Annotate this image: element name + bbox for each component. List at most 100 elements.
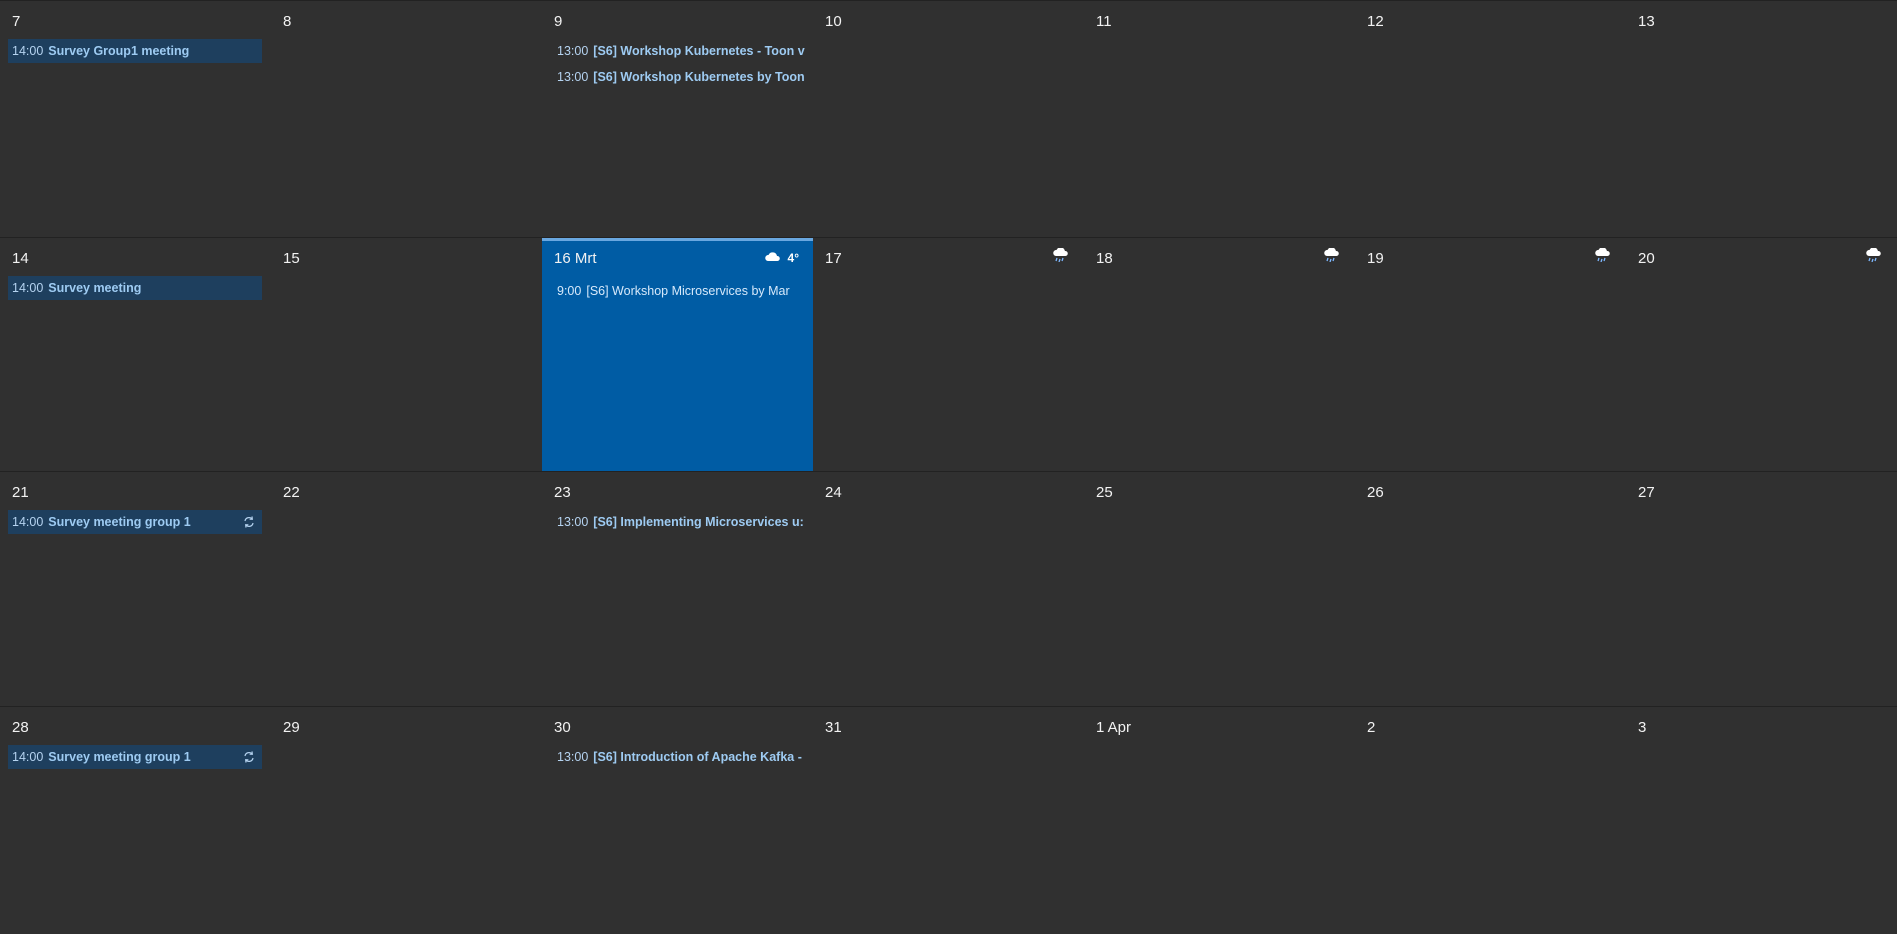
event-title: [S6] Introduction of Apache Kafka - (593, 750, 802, 764)
weather-forecast[interactable] (1323, 248, 1341, 262)
day-number: 30 (554, 719, 571, 736)
rain-cloud-icon (1595, 248, 1610, 262)
event-list: 14:00 Survey meeting group 1 (8, 510, 271, 536)
weather-temperature: 4° (787, 251, 799, 265)
week-row: 28 14:00 Survey meeting group 1 29 30 13:00 [S… (0, 706, 1897, 934)
event-time: 13:00 (557, 44, 589, 58)
day-number: 29 (283, 719, 300, 736)
day-number: 21 (12, 484, 29, 501)
day-number: 8 (283, 13, 292, 30)
event-title: [S6] Implementing Microservices u: (593, 515, 804, 529)
day-number: 3 (1638, 719, 1647, 736)
event-time: 14:00 (12, 515, 44, 529)
week-row: 21 14:00 Survey meeting group 1 22 23 13:00 [S… (0, 471, 1897, 707)
rain-cloud-icon (1324, 248, 1339, 262)
day-number: 24 (825, 484, 842, 501)
calendar-event[interactable]: 13:00 [S6] Workshop Kubernetes by Toon (550, 65, 807, 89)
day-cell-today[interactable]: 16 Mrt 4° 9:00 [S6] Workshop Microservices … (542, 238, 813, 472)
day-number: 2 (1367, 719, 1376, 736)
event-time: 13:00 (557, 515, 589, 529)
day-number: 13 (1638, 13, 1655, 30)
weather-forecast[interactable]: 4° (764, 251, 799, 265)
event-list: 13:00 [S6] Workshop Kubernetes - Toon v 13… (550, 39, 813, 91)
day-cell[interactable]: 28 14:00 Survey meeting group 1 (0, 707, 271, 934)
event-list: 14:00 Survey meeting (8, 276, 271, 302)
day-number: 31 (825, 719, 842, 736)
day-cell[interactable]: 29 (271, 707, 542, 934)
day-cell[interactable]: 10 (813, 1, 1084, 238)
event-title: [S6] Workshop Microservices by Mar (586, 284, 790, 298)
day-number: 16 Mrt (554, 250, 597, 267)
day-number: 18 (1096, 250, 1113, 267)
day-cell[interactable]: 31 (813, 707, 1084, 934)
day-cell[interactable]: 22 (271, 472, 542, 707)
day-cell[interactable]: 17 (813, 238, 1084, 472)
day-number: 23 (554, 484, 571, 501)
calendar-event[interactable]: 13:00 [S6] Workshop Kubernetes - Toon v (550, 39, 807, 63)
month-calendar-grid: 7 14:00 Survey Group1 meeting 8 9 13:00 [S6] W… (0, 0, 1897, 934)
event-time: 13:00 (557, 750, 589, 764)
event-list: 13:00 [S6] Implementing Microservices u: (550, 510, 813, 536)
day-number: 12 (1367, 13, 1384, 30)
day-cell[interactable]: 2 (1355, 707, 1626, 934)
day-cell[interactable]: 26 (1355, 472, 1626, 707)
event-list: 9:00 [S6] Workshop Microservices by Mar (550, 279, 813, 305)
day-number: 10 (825, 13, 842, 30)
recurring-icon (244, 516, 254, 528)
day-cell[interactable]: 14 14:00 Survey meeting (0, 238, 271, 472)
calendar-event[interactable]: 9:00 [S6] Workshop Microservices by Mar (550, 279, 807, 303)
event-title: Survey meeting group 1 (48, 515, 191, 529)
day-cell[interactable]: 23 13:00 [S6] Implementing Microservices u… (542, 472, 813, 707)
day-cell[interactable]: 3 (1626, 707, 1897, 934)
weather-forecast[interactable] (1865, 248, 1883, 262)
rain-cloud-icon (1866, 248, 1881, 262)
day-cell[interactable]: 7 14:00 Survey Group1 meeting (0, 1, 271, 238)
day-number: 19 (1367, 250, 1384, 267)
weather-forecast[interactable] (1052, 248, 1070, 262)
day-cell[interactable]: 12 (1355, 1, 1626, 238)
day-number: 7 (12, 13, 21, 30)
day-cell[interactable]: 20 (1626, 238, 1897, 472)
calendar-event[interactable]: 13:00 [S6] Implementing Microservices u: (550, 510, 807, 534)
event-list: 14:00 Survey meeting group 1 (8, 745, 271, 771)
day-cell[interactable]: 21 14:00 Survey meeting group 1 (0, 472, 271, 707)
event-time: 14:00 (12, 281, 44, 295)
day-number: 15 (283, 250, 300, 267)
day-number: 26 (1367, 484, 1384, 501)
day-cell[interactable]: 8 (271, 1, 542, 238)
day-number: 25 (1096, 484, 1113, 501)
calendar-event[interactable]: 14:00 Survey meeting group 1 (8, 510, 262, 534)
day-cell[interactable]: 1 Apr (1084, 707, 1355, 934)
calendar-event[interactable]: 14:00 Survey meeting group 1 (8, 745, 262, 769)
day-number: 9 (554, 13, 563, 30)
calendar-event[interactable]: 13:00 [S6] Introduction of Apache Kafka - (550, 745, 807, 769)
day-cell[interactable]: 13 (1626, 1, 1897, 238)
day-cell[interactable]: 11 (1084, 1, 1355, 238)
day-number: 11 (1096, 13, 1112, 30)
day-cell[interactable]: 27 (1626, 472, 1897, 707)
recurring-icon (244, 751, 254, 763)
day-number: 20 (1638, 250, 1655, 267)
event-title: Survey meeting group 1 (48, 750, 191, 764)
calendar-event[interactable]: 14:00 Survey meeting (8, 276, 262, 300)
event-time: 9:00 (557, 284, 582, 298)
day-number: 28 (12, 719, 29, 736)
day-number: 17 (825, 250, 842, 267)
day-cell[interactable]: 9 13:00 [S6] Workshop Kubernetes - Toon v1… (542, 1, 813, 238)
day-number: 22 (283, 484, 300, 501)
event-time: 14:00 (12, 750, 44, 764)
event-title: [S6] Workshop Kubernetes - Toon v (593, 44, 805, 58)
day-cell[interactable]: 25 (1084, 472, 1355, 707)
event-title: Survey Group1 meeting (48, 44, 190, 58)
day-number: 14 (12, 250, 29, 267)
day-cell[interactable]: 30 13:00 [S6] Introduction of Apache Kafka… (542, 707, 813, 934)
event-time: 13:00 (557, 70, 589, 84)
week-row: 7 14:00 Survey Group1 meeting 8 9 13:00 [S6] W… (0, 0, 1897, 238)
cloud-icon (764, 252, 780, 261)
day-cell[interactable]: 15 (271, 238, 542, 472)
day-cell[interactable]: 24 (813, 472, 1084, 707)
day-cell[interactable]: 18 (1084, 238, 1355, 472)
weather-forecast[interactable] (1594, 248, 1612, 262)
day-cell[interactable]: 19 (1355, 238, 1626, 472)
calendar-event[interactable]: 14:00 Survey Group1 meeting (8, 39, 262, 63)
